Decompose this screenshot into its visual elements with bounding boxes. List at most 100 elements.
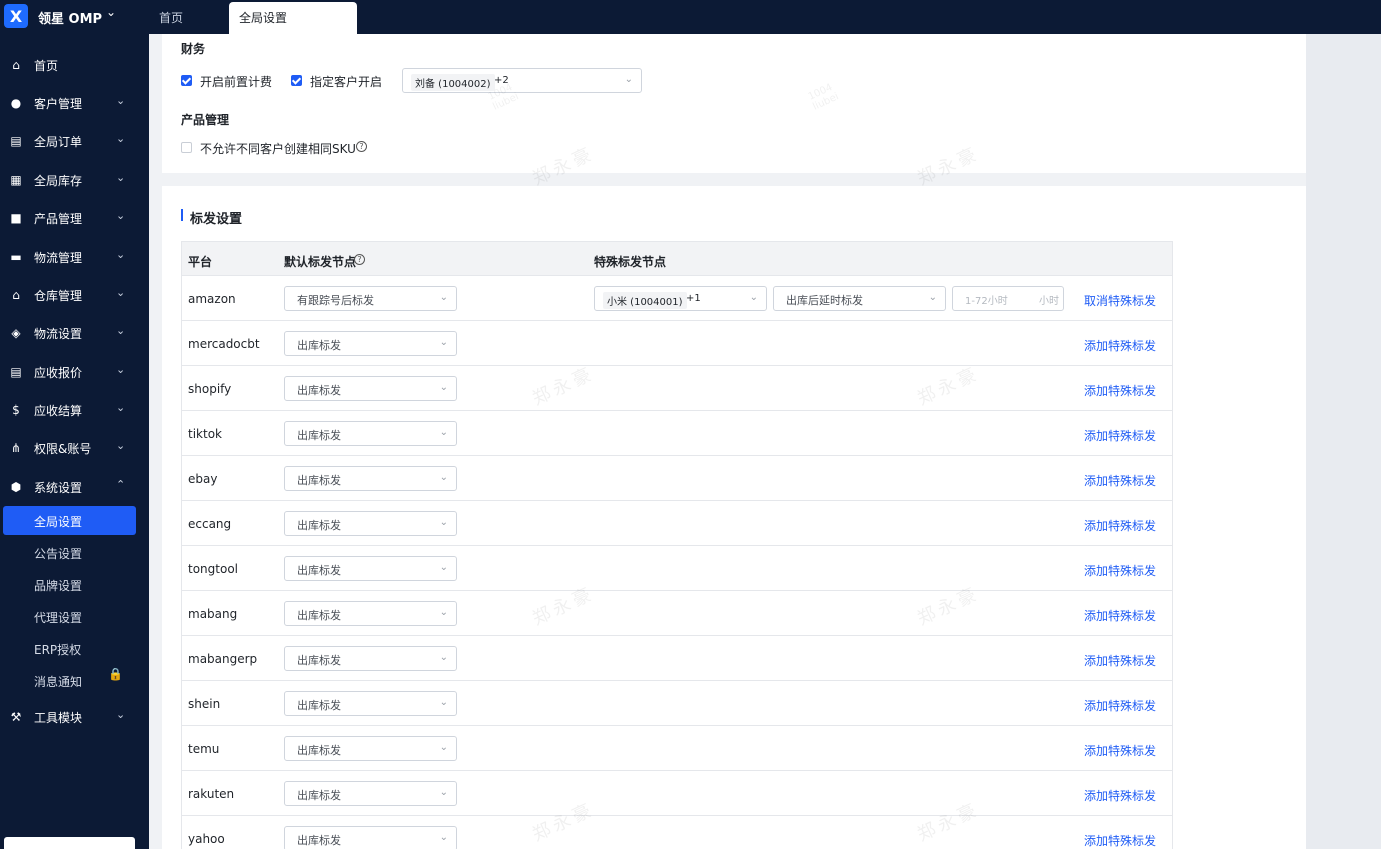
- sidebar-subitem-notifications[interactable]: 消息通知: [34, 673, 82, 690]
- delay-hours-input[interactable]: 1-72小时 小时: [952, 286, 1064, 311]
- chevron-down-icon: ⌄: [439, 832, 448, 843]
- users-icon: ●: [10, 96, 22, 110]
- sidebar-item-tools[interactable]: ⚒ 工具模块 ⌄: [0, 700, 149, 734]
- chevron-down-icon: ⌄: [439, 697, 448, 708]
- add-special-link[interactable]: 添加特殊标发: [1084, 607, 1156, 624]
- default-node-select[interactable]: 出库标发 ⌄: [284, 736, 457, 761]
- customer-select[interactable]: 刘备 (1004002) +2 ⌄: [402, 68, 642, 93]
- sidebar-item-label: 全局库存: [34, 174, 83, 188]
- default-node-select[interactable]: 出库标发 ⌄: [284, 826, 457, 849]
- sidebar-item-receivable-settlement[interactable]: $ 应收结算 ⌄: [0, 393, 149, 427]
- sidebar-item-home[interactable]: ⌂ 首页: [0, 48, 149, 82]
- app-logo[interactable]: X: [4, 4, 28, 28]
- tab-global-settings[interactable]: 全局设置: [229, 2, 357, 34]
- table-row: mabang 出库标发 ⌄ 添加特殊标发: [181, 591, 1173, 636]
- add-special-link[interactable]: 添加特殊标发: [1084, 832, 1156, 849]
- add-special-link[interactable]: 添加特殊标发: [1084, 427, 1156, 444]
- default-node-select[interactable]: 出库标发 ⌄: [284, 601, 457, 626]
- sidebar-item-logistics-settings[interactable]: ◈ 物流设置 ⌄: [0, 316, 149, 350]
- help-icon[interactable]: ?: [354, 254, 365, 265]
- sidebar-item-permissions[interactable]: ⋔ 权限&账号 ⌄: [0, 431, 149, 465]
- unique-sku-checkbox[interactable]: [181, 142, 192, 153]
- lock-icon: 🔒: [108, 667, 123, 681]
- chevron-down-icon[interactable]: ⌄: [106, 5, 116, 19]
- sidebar-item-inventory[interactable]: ▦ 全局库存 ⌄: [0, 163, 149, 197]
- customer-more-count: +1: [686, 293, 701, 304]
- add-special-link[interactable]: 添加特殊标发: [1084, 517, 1156, 534]
- table-row: yahoo 出库标发 ⌄ 添加特殊标发: [181, 816, 1173, 849]
- chevron-down-icon: ⌄: [116, 94, 126, 107]
- platform-name: rakuten: [188, 787, 235, 801]
- chevron-down-icon: ⌄: [928, 292, 937, 303]
- clipboard-icon: ▤: [10, 134, 22, 148]
- default-node-select[interactable]: 出库标发 ⌄: [284, 421, 457, 446]
- add-special-link[interactable]: 添加特殊标发: [1084, 787, 1156, 804]
- select-value: 出库标发: [297, 834, 341, 847]
- specific-customer-label: 指定客户开启: [310, 75, 383, 89]
- default-node-select[interactable]: 出库标发 ⌄: [284, 511, 457, 536]
- add-special-link[interactable]: 添加特殊标发: [1084, 472, 1156, 489]
- default-node-select[interactable]: 出库标发 ⌄: [284, 556, 457, 581]
- sidebar-bottom-panel: [4, 837, 135, 849]
- select-value: 出库标发: [297, 384, 341, 397]
- sidebar-item-label: 系统设置: [34, 481, 83, 495]
- platform-name: shopify: [188, 382, 232, 396]
- platform-name: temu: [188, 742, 220, 756]
- select-value: 出库标发: [297, 699, 341, 712]
- specific-customer-checkbox[interactable]: [291, 75, 302, 86]
- chevron-down-icon: ⌄: [439, 607, 448, 618]
- sidebar-item-orders[interactable]: ▤ 全局订单 ⌄: [0, 124, 149, 158]
- chevron-up-icon: ⌃: [116, 478, 126, 491]
- sidebar-item-label: 物流设置: [34, 327, 83, 341]
- add-special-link[interactable]: 添加特殊标发: [1084, 382, 1156, 399]
- table-row: eccang 出库标发 ⌄ 添加特殊标发: [181, 501, 1173, 546]
- sidebar-subitem-erp[interactable]: ERP授权: [34, 641, 81, 658]
- unique-sku-label: 不允许不同客户创建相同SKU: [200, 142, 356, 156]
- sidebar-item-label: 产品管理: [34, 212, 83, 226]
- sidebar-item-products[interactable]: ■ 产品管理 ⌄: [0, 201, 149, 235]
- app-name[interactable]: 领星 OMP: [38, 8, 102, 27]
- chevron-down-icon: ⌄: [749, 292, 758, 303]
- sidebar-subitem-agent[interactable]: 代理设置: [34, 609, 82, 626]
- section-title-finance: 财务: [181, 42, 206, 56]
- sidebar-item-system-settings[interactable]: ⬢ 系统设置 ⌃: [0, 470, 149, 504]
- special-mode-select[interactable]: 出库后延时标发 ⌄: [773, 286, 946, 311]
- default-node-select[interactable]: 有跟踪号后标发 ⌄: [284, 286, 457, 311]
- special-customer-select[interactable]: 小米 (1004001) +1 ⌄: [594, 286, 767, 311]
- default-node-select[interactable]: 出库标发 ⌄: [284, 376, 457, 401]
- add-special-link[interactable]: 添加特殊标发: [1084, 652, 1156, 669]
- chevron-down-icon: ⌄: [116, 209, 126, 222]
- warehouse-icon: ▦: [10, 173, 22, 187]
- platform-name: eccang: [188, 517, 232, 531]
- default-node-select[interactable]: 出库标发 ⌄: [284, 466, 457, 491]
- sidebar-item-logistics[interactable]: ▬ 物流管理 ⌄: [0, 240, 149, 274]
- sidebar-subitem-announcements[interactable]: 公告设置: [34, 545, 82, 562]
- top-bar: X 领星 OMP ⌄ 首页 全局设置: [0, 0, 1381, 34]
- platform-name: mercadocbt: [188, 337, 260, 351]
- bag-icon: ■: [10, 211, 22, 225]
- sidebar-item-customers[interactable]: ● 客户管理 ⌄: [0, 86, 149, 120]
- table-row: rakuten 出库标发 ⌄ 添加特殊标发: [181, 771, 1173, 816]
- sidebar-item-receivable-quotes[interactable]: ▤ 应收报价 ⌄: [0, 355, 149, 389]
- help-icon[interactable]: ?: [356, 141, 367, 152]
- sidebar-subitem-global-settings[interactable]: 全局设置: [3, 506, 136, 535]
- default-node-select[interactable]: 出库标发 ⌄: [284, 646, 457, 671]
- select-value: 出库标发: [297, 519, 341, 532]
- add-special-link[interactable]: 添加特殊标发: [1084, 337, 1156, 354]
- default-node-select[interactable]: 出库标发 ⌄: [284, 691, 457, 716]
- input-unit: 小时: [1039, 296, 1059, 307]
- default-node-select[interactable]: 出库标发 ⌄: [284, 781, 457, 806]
- cancel-special-link[interactable]: 取消特殊标发: [1084, 292, 1156, 309]
- add-special-link[interactable]: 添加特殊标发: [1084, 562, 1156, 579]
- prepaid-label: 开启前置计费: [200, 75, 273, 89]
- default-node-select[interactable]: 出库标发 ⌄: [284, 331, 457, 356]
- tab-home[interactable]: 首页: [149, 2, 193, 34]
- add-special-link[interactable]: 添加特殊标发: [1084, 697, 1156, 714]
- platform-name: tiktok: [188, 427, 222, 441]
- prepaid-checkbox[interactable]: [181, 75, 192, 86]
- table-row: tongtool 出库标发 ⌄ 添加特殊标发: [181, 546, 1173, 591]
- home-icon: ⌂: [12, 58, 20, 72]
- sidebar-subitem-brand[interactable]: 品牌设置: [34, 577, 82, 594]
- add-special-link[interactable]: 添加特殊标发: [1084, 742, 1156, 759]
- sidebar-item-warehouse[interactable]: ⌂ 仓库管理 ⌄: [0, 278, 149, 312]
